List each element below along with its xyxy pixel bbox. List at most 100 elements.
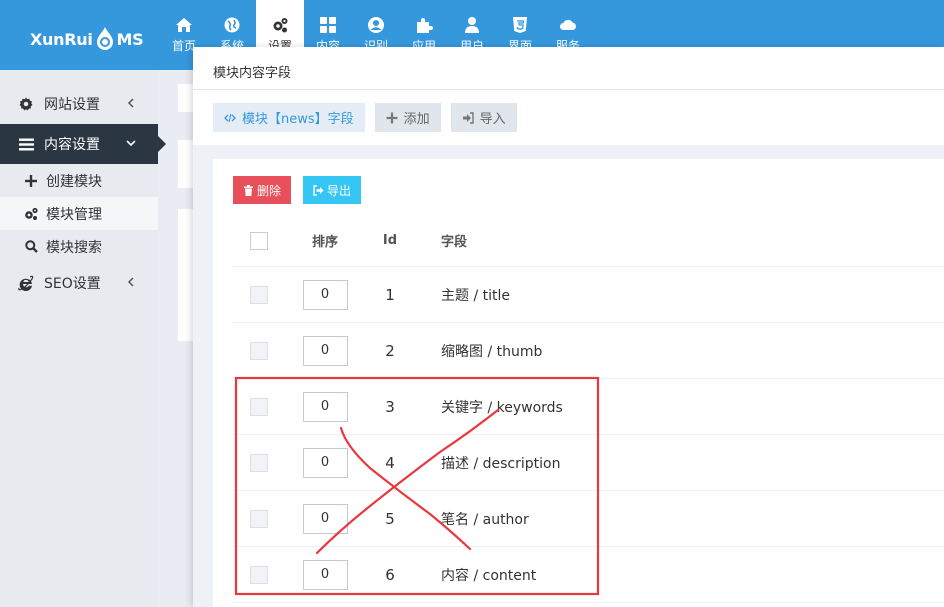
- order-input[interactable]: [302, 335, 348, 366]
- fields-panel: 删除 导出 排序 Id 字段 1 主题 / title: [213, 159, 944, 607]
- delete-label: 删除: [257, 183, 282, 198]
- logo-text-left: XunRui: [30, 29, 93, 49]
- row-check-cell: [233, 453, 285, 472]
- user-icon: [465, 17, 479, 33]
- export-button[interactable]: 导出: [303, 176, 362, 204]
- cogs-icon: [273, 18, 288, 33]
- sidebar-item-label: 内容设置: [44, 137, 100, 153]
- row-check-cell: [233, 397, 285, 416]
- sidebar-item-site-settings[interactable]: 网站设置: [0, 84, 158, 124]
- chevron-down-icon: [126, 140, 136, 147]
- row-id: 2: [385, 341, 395, 360]
- row-checkbox[interactable]: [250, 453, 268, 472]
- cogs-icon: [24, 207, 38, 221]
- order-input[interactable]: [302, 279, 348, 310]
- sidebar-item-label: SEO设置: [44, 276, 101, 292]
- row-field[interactable]: 内容 / content: [415, 565, 536, 585]
- trash-icon: [243, 184, 254, 196]
- sidebar-sub-label: 模块搜索: [46, 239, 102, 256]
- import-button[interactable]: 导入: [450, 103, 517, 132]
- logo-text-right: MS: [116, 29, 144, 49]
- select-all-checkbox[interactable]: [250, 231, 268, 250]
- header-id: Id: [382, 233, 398, 248]
- gear-icon: [18, 96, 34, 112]
- module-fields-tab[interactable]: 模块【news】字段: [213, 103, 365, 132]
- search-icon: [24, 240, 38, 254]
- row-check-cell: [233, 285, 285, 304]
- sidebar-sub-module-search[interactable]: 模块搜索: [0, 230, 158, 263]
- row-field[interactable]: 缩略图 / thumb: [415, 341, 542, 361]
- table-row: 6 内容 / content: [233, 547, 944, 603]
- sidebar: 网站设置 内容设置 创建模块 模块管理 模块搜索 SEO设置: [0, 70, 166, 607]
- sidebar-sub-create-module[interactable]: 创建模块: [0, 164, 158, 197]
- bars-icon: [18, 136, 34, 152]
- section-divider: [193, 145, 944, 159]
- header-order: 排序: [311, 235, 338, 250]
- row-order-cell: [285, 447, 365, 478]
- row-id: 5: [385, 509, 395, 528]
- row-check-cell: [233, 341, 285, 360]
- home-icon: [176, 18, 192, 32]
- sidebar-item-seo-settings[interactable]: SEO设置: [0, 263, 158, 303]
- plus-icon: [386, 112, 398, 124]
- ie-icon: [18, 275, 34, 291]
- row-id: 4: [385, 453, 395, 472]
- sidebar-item-content-settings[interactable]: 内容设置: [0, 124, 166, 164]
- row-checkbox[interactable]: [250, 285, 268, 304]
- sidebar-sub-label: 创建模块: [46, 173, 102, 190]
- row-check-cell: [233, 565, 285, 584]
- add-button[interactable]: 添加: [374, 103, 441, 132]
- html5-icon: [513, 17, 527, 33]
- dialog-toolbar: 模块【news】字段 添加 导入: [213, 103, 527, 132]
- sign-in-icon: [462, 111, 474, 124]
- row-order-cell: [285, 391, 365, 422]
- chevron-left-icon: [127, 98, 134, 108]
- table-row: 3 关键字 / keywords: [233, 379, 944, 435]
- grid-icon: [320, 17, 336, 33]
- delete-button[interactable]: 删除: [233, 176, 292, 204]
- row-field[interactable]: 描述 / description: [415, 453, 560, 473]
- puzzle-icon: [417, 18, 433, 33]
- plus-icon: [24, 174, 38, 188]
- logo-drop-icon: [94, 26, 116, 52]
- code-icon: [224, 112, 236, 124]
- row-id: 1: [385, 285, 395, 304]
- order-input[interactable]: [302, 503, 348, 534]
- fields-table: 排序 Id 字段 1 主题 / title 2 缩略图 / thumb 3 关: [233, 215, 944, 603]
- row-field[interactable]: 关键字 / keywords: [415, 397, 563, 417]
- chevron-left-icon: [127, 277, 134, 287]
- header-field: 字段: [441, 235, 468, 250]
- export-label: 导出: [327, 183, 352, 198]
- row-field[interactable]: 主题 / title: [415, 285, 510, 305]
- order-input[interactable]: [302, 559, 348, 590]
- module-fields-label: 模块【news】字段: [242, 112, 354, 127]
- header-check-cell: [233, 231, 285, 250]
- table-row: 5 笔名 / author: [233, 491, 944, 547]
- table-header: 排序 Id 字段: [233, 215, 944, 267]
- row-checkbox[interactable]: [250, 565, 268, 584]
- sidebar-item-label: 网站设置: [44, 97, 100, 113]
- row-order-cell: [285, 279, 365, 310]
- row-id: 6: [385, 565, 395, 584]
- dialog-title: 模块内容字段: [193, 47, 944, 90]
- sidebar-sub-module-manage[interactable]: 模块管理: [0, 197, 158, 230]
- row-checkbox[interactable]: [250, 509, 268, 528]
- row-checkbox[interactable]: [250, 397, 268, 416]
- row-order-cell: [285, 503, 365, 534]
- globe-icon: [224, 17, 240, 33]
- table-row: 2 缩略图 / thumb: [233, 323, 944, 379]
- order-input[interactable]: [302, 391, 348, 422]
- add-label: 添加: [403, 112, 430, 127]
- brand-logo[interactable]: XunRui MS: [30, 26, 144, 52]
- order-input[interactable]: [302, 447, 348, 478]
- row-id: 3: [385, 397, 395, 416]
- row-check-cell: [233, 509, 285, 528]
- action-row: 删除 导出: [233, 176, 373, 204]
- table-row: 1 主题 / title: [233, 267, 944, 323]
- panel-gutter: [193, 145, 213, 607]
- table-row: 4 描述 / description: [233, 435, 944, 491]
- row-field[interactable]: 笔名 / author: [415, 509, 529, 529]
- row-checkbox[interactable]: [250, 341, 268, 360]
- sidebar-sub-label: 模块管理: [46, 206, 102, 223]
- user-circle-icon: [368, 17, 384, 33]
